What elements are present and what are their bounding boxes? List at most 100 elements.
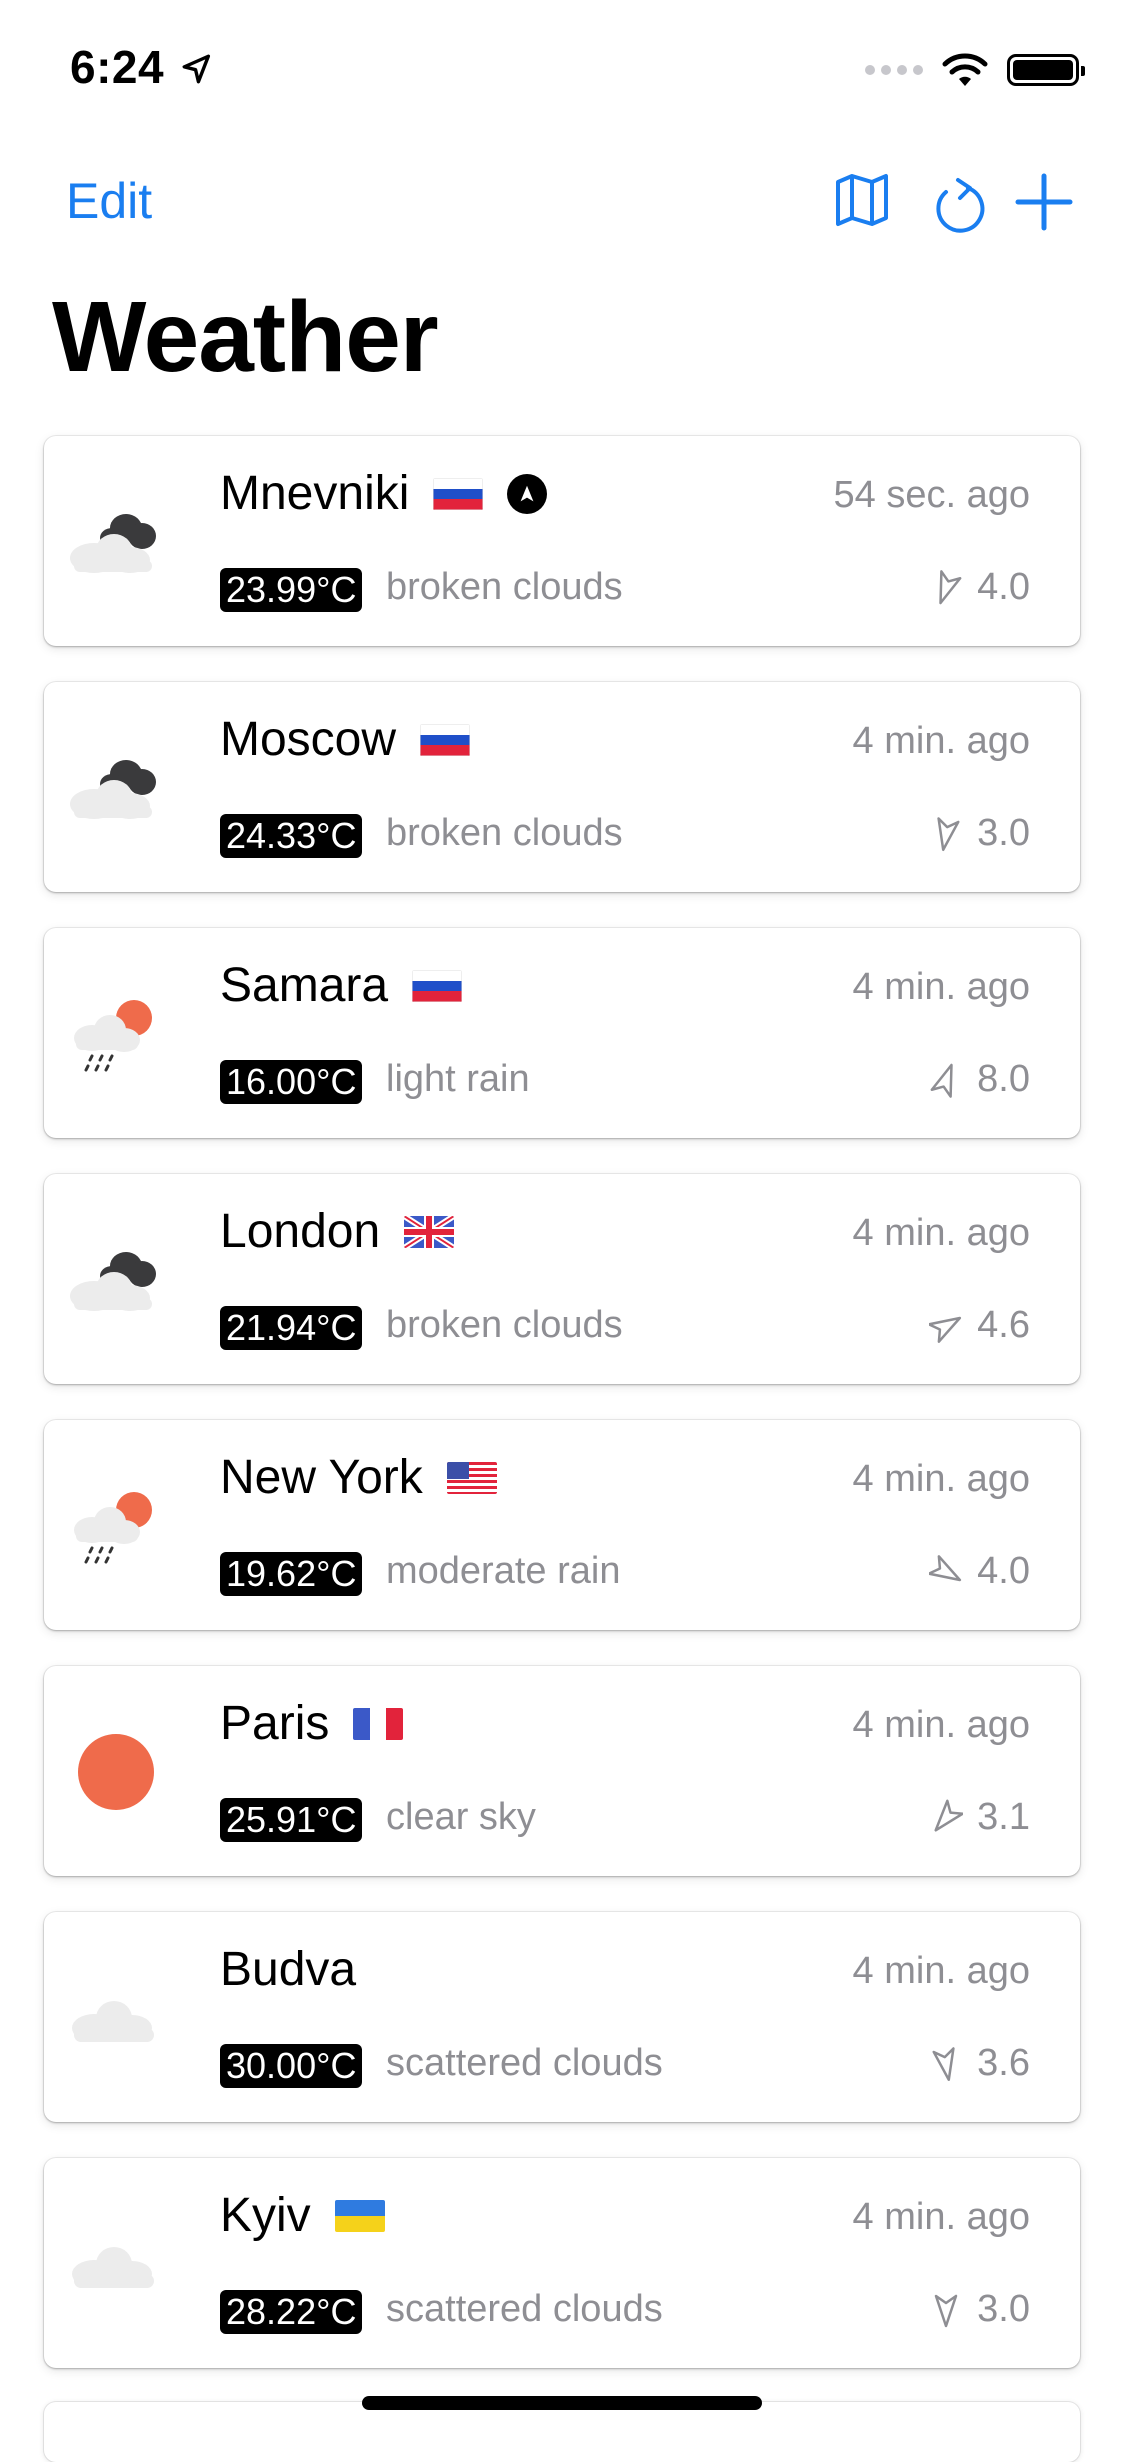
wind-direction-icon xyxy=(934,2294,958,2327)
updated-time: 4 min. ago xyxy=(852,1950,1030,1992)
location-services-icon xyxy=(182,54,211,84)
temperature-badge: 28.22°C xyxy=(220,2290,363,2334)
status-time: 6:24 xyxy=(70,41,165,93)
updated-time: 54 sec. ago xyxy=(833,474,1030,516)
wind-info: 3.6 xyxy=(929,2042,1030,2085)
city-header: Mnevniki xyxy=(220,466,548,521)
wind-info: 3.0 xyxy=(929,2288,1030,2331)
city-name: London xyxy=(220,1205,381,1258)
wind-direction-icon xyxy=(929,1554,962,1581)
flag-ua-icon xyxy=(334,2199,385,2232)
wind-speed: 4.0 xyxy=(977,1550,1030,1592)
sun-icon xyxy=(78,1734,154,1810)
city-name: Moscow xyxy=(220,713,397,766)
wind-info: 3.1 xyxy=(929,1796,1030,1839)
updated-time: 4 min. ago xyxy=(852,2196,1030,2238)
wifi-icon xyxy=(942,53,988,86)
weather-description: light rain xyxy=(386,1058,530,1100)
wind-direction-icon xyxy=(939,569,962,604)
weather-description: clear sky xyxy=(386,1796,536,1838)
city-name: Paris xyxy=(220,1697,330,1750)
flag-ru-icon xyxy=(420,723,471,756)
add-icon[interactable] xyxy=(1012,170,1076,234)
scattered-clouds-icon xyxy=(72,2247,154,2288)
home-indicator[interactable] xyxy=(362,2396,762,2410)
city-card[interactable]: Kyiv 4 min. ago 28.22°C scattered clouds 3.0 xyxy=(44,2158,1080,2368)
weather-description: broken clouds xyxy=(386,1304,623,1346)
city-header: Budva xyxy=(220,1942,356,1997)
wind-direction-icon xyxy=(929,1316,962,1343)
temperature-badge: 19.62°C xyxy=(220,1552,363,1596)
updated-time: 4 min. ago xyxy=(852,1458,1030,1500)
city-card[interactable]: London 4 min. ago 21.94°C broken clouds 4.6 xyxy=(44,1174,1080,1384)
city-header: London xyxy=(220,1204,455,1259)
temperature-badge: 24.33°C xyxy=(220,814,363,858)
flag-gb-icon xyxy=(404,1215,455,1248)
scattered-clouds-icon xyxy=(72,2001,154,2042)
page-title: Weather xyxy=(52,281,439,393)
city-card[interactable]: Moscow 4 min. ago 24.33°C broken clouds 3.0 xyxy=(44,682,1080,892)
edit-button[interactable]: Edit xyxy=(66,172,152,230)
wind-speed: 3.0 xyxy=(977,812,1030,854)
weather-description: scattered clouds xyxy=(386,2042,663,2084)
weather-description: moderate rain xyxy=(386,1550,621,1592)
broken-clouds-icon xyxy=(70,760,156,819)
city-name: Budva xyxy=(220,1943,357,1996)
city-card[interactable]: New York 4 min. ago 19.62°C moderate rain 4.… xyxy=(44,1420,1080,1630)
updated-time: 4 min. ago xyxy=(852,1704,1030,1746)
wind-speed: 3.6 xyxy=(977,2042,1030,2084)
temperature-badge: 30.00°C xyxy=(220,2044,363,2088)
weather-description: scattered clouds xyxy=(386,2288,663,2330)
temperature-badge: 16.00°C xyxy=(220,1060,363,1104)
city-card[interactable]: Mnevniki 54 sec. ago 23.99°C broken clouds 4… xyxy=(44,436,1080,646)
wind-info: 8.0 xyxy=(929,1058,1030,1101)
wind-info: 4.0 xyxy=(929,566,1030,609)
temperature-badge: 23.99°C xyxy=(220,568,363,612)
flag-fr-icon xyxy=(353,1707,404,1740)
weather-description: broken clouds xyxy=(386,812,623,854)
city-header: Samara xyxy=(220,958,463,1013)
navigation-bar: Edit xyxy=(0,160,1125,260)
wind-direction-icon xyxy=(930,1063,953,1098)
city-name: Kyiv xyxy=(220,2189,311,2242)
city-header: Moscow xyxy=(220,712,471,767)
wind-speed: 3.1 xyxy=(977,1796,1030,1838)
list-item-partial[interactable] xyxy=(44,2402,1080,2462)
city-card[interactable]: Samara 4 min. ago 16.00°C light rain 8.0 xyxy=(44,928,1080,1138)
weather-description: broken clouds xyxy=(386,566,623,608)
broken-clouds-icon xyxy=(70,1252,156,1311)
wind-speed: 4.6 xyxy=(977,1304,1030,1346)
city-card[interactable]: Budva 4 min. ago 30.00°C scattered clouds 3.… xyxy=(44,1912,1080,2122)
city-name: Mnevniki xyxy=(220,467,410,520)
broken-clouds-icon xyxy=(70,514,156,573)
flag-ru-icon xyxy=(433,477,484,510)
cellular-signal-icon xyxy=(865,65,923,75)
rain-icon xyxy=(74,1000,152,1072)
flag-ru-icon xyxy=(412,969,463,1002)
battery-icon xyxy=(1007,54,1085,86)
temperature-badge: 25.91°C xyxy=(220,1798,363,1842)
map-icon[interactable] xyxy=(830,168,894,232)
updated-time: 4 min. ago xyxy=(852,720,1030,762)
status-bar: 6:24 xyxy=(0,0,1125,140)
city-header: New York xyxy=(220,1450,497,1505)
refresh-icon[interactable] xyxy=(928,176,992,240)
wind-speed: 3.0 xyxy=(977,2288,1030,2330)
city-name: Samara xyxy=(220,959,389,1012)
wind-direction-icon xyxy=(937,816,960,851)
wind-speed: 8.0 xyxy=(977,1058,1030,1100)
city-name: New York xyxy=(220,1451,423,1504)
current-location-icon xyxy=(507,473,548,514)
city-header: Paris xyxy=(220,1696,404,1751)
updated-time: 4 min. ago xyxy=(852,966,1030,1008)
temperature-badge: 21.94°C xyxy=(220,1306,363,1350)
city-card[interactable]: Paris 4 min. ago 25.91°C clear sky 3.1 xyxy=(44,1666,1080,1876)
wind-info: 4.0 xyxy=(929,1550,1030,1593)
wind-info: 4.6 xyxy=(929,1304,1030,1347)
city-list: Mnevniki 54 sec. ago 23.99°C broken clouds 4… xyxy=(44,436,1080,2404)
city-header: Kyiv xyxy=(220,2188,385,2243)
updated-time: 4 min. ago xyxy=(852,1212,1030,1254)
wind-speed: 4.0 xyxy=(977,566,1030,608)
wind-direction-icon xyxy=(934,1799,964,1832)
flag-us-icon xyxy=(446,1461,497,1494)
